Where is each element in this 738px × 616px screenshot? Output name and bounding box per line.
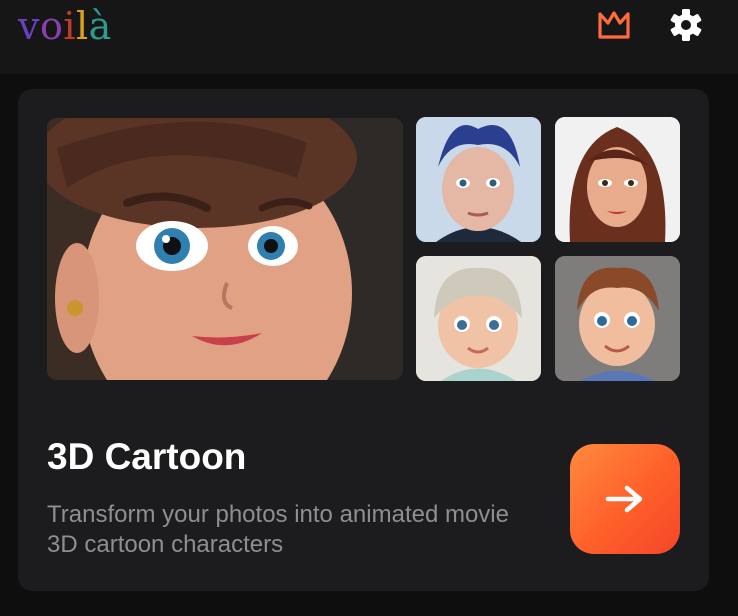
settings-button[interactable] bbox=[665, 4, 707, 46]
thumbnail-baby bbox=[416, 256, 541, 381]
premium-button[interactable] bbox=[593, 5, 635, 45]
feature-card-3d-cartoon[interactable]: 3D Cartoon Transform your photos into an… bbox=[18, 89, 709, 591]
woman-portrait-illustration bbox=[47, 118, 403, 380]
crown-icon bbox=[598, 11, 630, 39]
man-blue-hair-illustration bbox=[416, 117, 541, 242]
feature-description: Transform your photos into animated movi… bbox=[47, 501, 509, 558]
boy-cartoon-illustration bbox=[555, 256, 680, 381]
thumbnail-man bbox=[416, 117, 541, 242]
app-root: voilà 3D Cartoon Transform your photos i… bbox=[0, 0, 738, 616]
logo-letter: i bbox=[63, 4, 77, 48]
gear-icon bbox=[670, 9, 702, 41]
baby-beanie-illustration bbox=[416, 256, 541, 381]
voila-logo: voilà bbox=[18, 2, 112, 50]
logo-letter: o bbox=[39, 4, 64, 48]
hero-image bbox=[47, 118, 403, 380]
feature-title: 3D Cartoon bbox=[47, 436, 247, 477]
logo-letter: à bbox=[88, 4, 112, 48]
logo-letter: l bbox=[76, 4, 89, 48]
top-bar: voilà bbox=[0, 0, 738, 74]
thumbnail-boy bbox=[555, 256, 680, 381]
open-feature-button[interactable] bbox=[570, 444, 680, 554]
thumbnail-woman bbox=[555, 117, 680, 242]
woman-brown-hair-illustration bbox=[555, 117, 680, 242]
logo-letter: v bbox=[18, 4, 40, 48]
arrow-right-icon bbox=[605, 485, 643, 513]
